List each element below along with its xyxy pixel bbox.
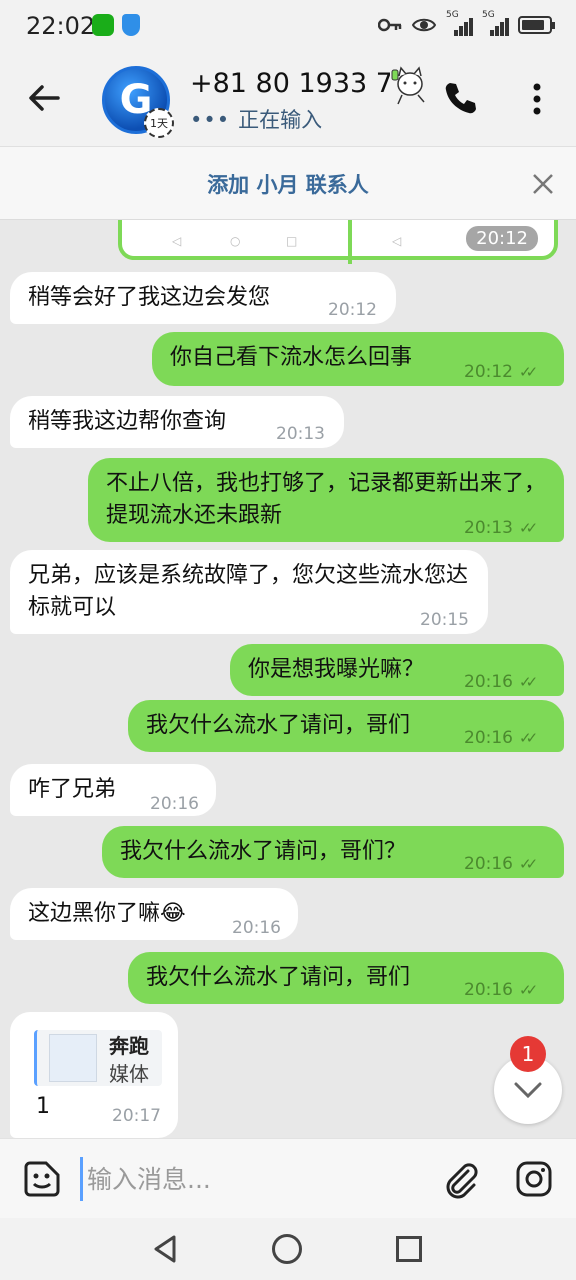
message-in[interactable]: 这边黑你了嘛😂 20:16 <box>10 888 298 940</box>
system-nav-bar <box>0 1218 576 1280</box>
close-icon[interactable] <box>530 171 556 197</box>
media-message[interactable]: 奔跑 媒体 1 20:17 <box>10 1012 178 1138</box>
eye-icon <box>412 18 436 32</box>
message-text: 1 <box>36 1094 50 1119</box>
message-text: 咋了兄弟 <box>28 777 117 802</box>
message-time: 20:16 <box>150 794 199 814</box>
wechat-icon <box>92 14 114 36</box>
message-in[interactable]: 稍等会好了我这边会发您 20:12 <box>10 272 396 324</box>
read-ticks-icon: ✓✓ <box>519 673 538 691</box>
message-text: 我欠什么流水了请问，哥们 <box>146 965 411 990</box>
message-in[interactable]: 稍等我这边帮你查询 20:13 <box>10 396 344 448</box>
message-time: 20:16 <box>464 672 513 692</box>
message-text: 你自己看下流水怎么回事 <box>170 345 413 370</box>
message-out[interactable]: 我欠什么流水了请问，哥们？ 20:16 ✓✓ <box>102 826 564 878</box>
message-out[interactable]: 我欠什么流水了请问，哥们 20:16 ✓✓ <box>128 700 564 752</box>
media-subtitle: 媒体 <box>109 1062 149 1086</box>
message-time: 20:16 <box>464 728 513 748</box>
message-text: 稍等会好了我这边会发您 <box>28 285 271 310</box>
nav-recent-icon[interactable] <box>396 1236 422 1262</box>
message-time: 20:12 <box>464 362 513 382</box>
message-text: 兄弟，应该是系统故障了，您欠这些流水您达标就可以 <box>28 563 469 620</box>
message-time: 20:12 <box>328 300 377 320</box>
message-out[interactable]: 你自己看下流水怎么回事 20:12 ✓✓ <box>152 332 564 386</box>
camera-icon[interactable] <box>514 1159 554 1199</box>
sticker-icon[interactable] <box>22 1159 62 1199</box>
typing-dots: ••• <box>190 108 231 132</box>
home-nav-icon: ○ <box>230 234 241 248</box>
previous-image-message[interactable]: ◁ ○ □ ◁ 20:12 <box>118 220 558 264</box>
message-time: 20:16 <box>464 854 513 874</box>
message-text: 我欠什么流水了请问，哥们 <box>146 713 411 738</box>
battery-icon <box>518 16 555 34</box>
back-nav-icon: ◁ <box>392 234 402 248</box>
read-ticks-icon: ✓✓ <box>519 729 538 747</box>
add-contact-button[interactable]: 添加 小月 联系人 <box>0 169 576 199</box>
signal-icon: 5G <box>446 10 473 36</box>
back-nav-icon: ◁ <box>172 234 182 248</box>
unread-badge: 1 <box>510 1036 546 1072</box>
read-ticks-icon: ✓✓ <box>519 363 538 381</box>
media-title: 奔跑 <box>109 1034 149 1058</box>
paperclip-icon[interactable] <box>440 1159 480 1199</box>
typing-status: ••• 正在输入 <box>190 104 322 134</box>
nav-back-icon[interactable] <box>150 1234 180 1264</box>
message-out[interactable]: 我欠什么流水了请问，哥们 20:16 ✓✓ <box>128 952 564 1004</box>
recent-nav-icon: □ <box>286 234 298 248</box>
chat-header: G 1天 +81 80 1933 70 ••• 正在输入 <box>0 56 576 146</box>
message-input-bar <box>0 1138 576 1218</box>
nav-home-icon[interactable] <box>272 1234 302 1264</box>
timer-badge: 1天 <box>144 108 174 138</box>
status-time: 22:02 <box>26 12 96 40</box>
status-bar: 22:02 5G 5G <box>0 0 576 56</box>
message-in[interactable]: 咋了兄弟 20:16 <box>10 764 216 816</box>
message-time: 20:17 <box>112 1106 161 1126</box>
read-ticks-icon: ✓✓ <box>519 855 538 873</box>
add-contact-banner: 添加 小月 联系人 <box>0 146 576 220</box>
message-out[interactable]: 你是想我曝光嘛？ 20:16 ✓✓ <box>230 644 564 696</box>
message-text: 这边黑你了嘛😂 <box>28 901 186 926</box>
read-ticks-icon: ✓✓ <box>519 519 538 537</box>
read-ticks-icon: ✓✓ <box>519 981 538 999</box>
cat-sticker-icon <box>391 66 425 105</box>
message-text: 你是想我曝光嘛？ <box>248 657 425 682</box>
back-arrow-icon[interactable] <box>24 78 64 118</box>
shield-icon <box>122 14 140 36</box>
message-text: 稍等我这边帮你查询 <box>28 409 227 434</box>
message-text: 我欠什么流水了请问，哥们？ <box>120 839 407 864</box>
typing-status-text: 正在输入 <box>238 108 323 132</box>
contact-title[interactable]: +81 80 1933 70 <box>190 68 390 99</box>
message-time: 20:16 <box>232 918 281 938</box>
message-time: 20:12 <box>466 226 538 251</box>
message-out[interactable]: 不止八倍，我也打够了，记录都更新出来了，提现流水还未跟新 20:13 ✓✓ <box>88 458 564 542</box>
key-icon <box>378 18 402 32</box>
phone-icon[interactable] <box>442 80 478 116</box>
media-preview[interactable]: 奔跑 媒体 <box>34 1030 162 1086</box>
message-time: 20:13 <box>464 518 513 538</box>
message-time: 20:16 <box>464 980 513 1000</box>
message-time: 20:13 <box>276 424 325 444</box>
more-options-icon[interactable] <box>524 82 550 116</box>
message-input[interactable] <box>80 1157 420 1201</box>
signal-icon-2: 5G <box>482 10 509 36</box>
chat-area[interactable]: ◁ ○ □ ◁ 20:12 稍等会好了我这边会发您 20:12 你自己看下流水怎… <box>0 220 576 1138</box>
message-time: 20:15 <box>420 610 469 630</box>
message-in[interactable]: 兄弟，应该是系统故障了，您欠这些流水您达标就可以 20:15 <box>10 550 488 634</box>
media-thumbnail <box>49 1034 97 1082</box>
